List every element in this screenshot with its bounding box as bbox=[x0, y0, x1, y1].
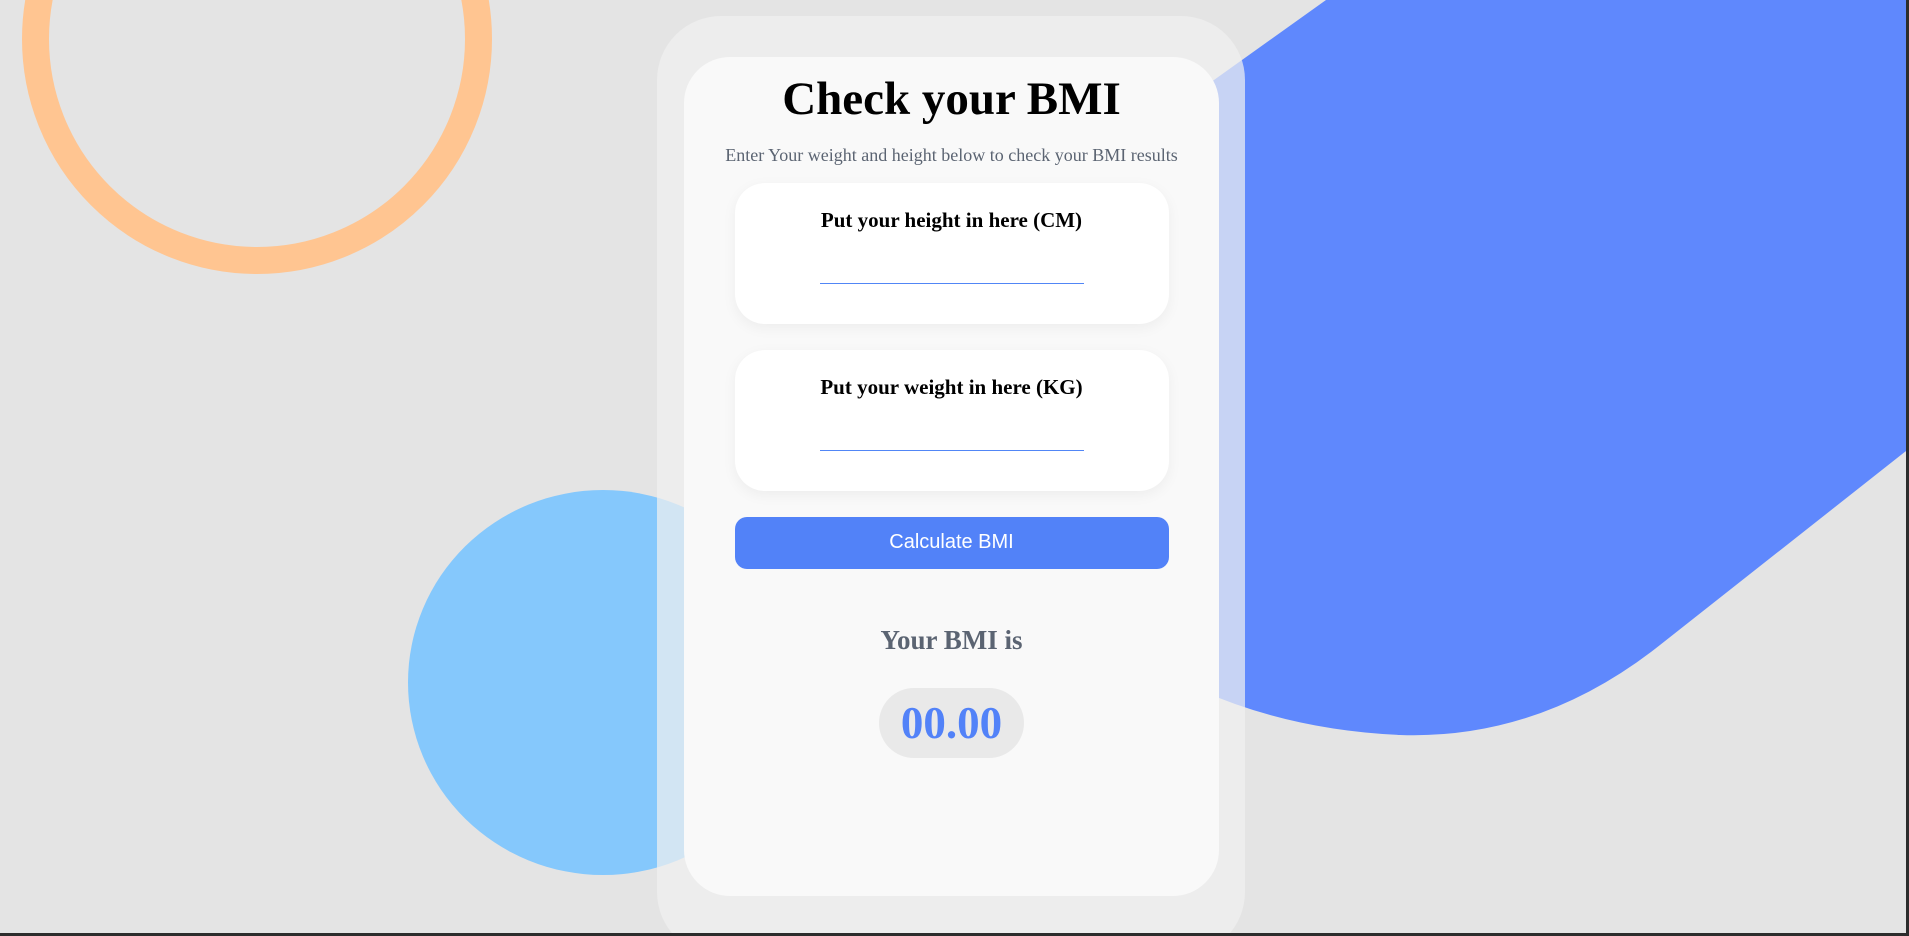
height-input[interactable] bbox=[819, 250, 1084, 284]
page-title: Check your BMI bbox=[782, 73, 1121, 125]
height-label: Put your height in here (CM) bbox=[820, 207, 1083, 232]
bmi-form: Check your BMI Enter Your weight and hei… bbox=[684, 57, 1219, 758]
weight-label: Put your weight in here (KG) bbox=[820, 374, 1083, 399]
bmi-result-value: 00.00 bbox=[878, 687, 1025, 758]
height-card: Put your height in here (CM) bbox=[734, 182, 1169, 324]
calculate-bmi-button[interactable]: Calculate BMI bbox=[734, 516, 1169, 569]
page-subtitle: Enter Your weight and height below to ch… bbox=[725, 144, 1178, 165]
decorative-ring bbox=[22, 0, 492, 274]
weight-card: Put your weight in here (KG) bbox=[734, 349, 1169, 491]
weight-input[interactable] bbox=[819, 417, 1084, 451]
result-label: Your BMI is bbox=[880, 624, 1023, 655]
